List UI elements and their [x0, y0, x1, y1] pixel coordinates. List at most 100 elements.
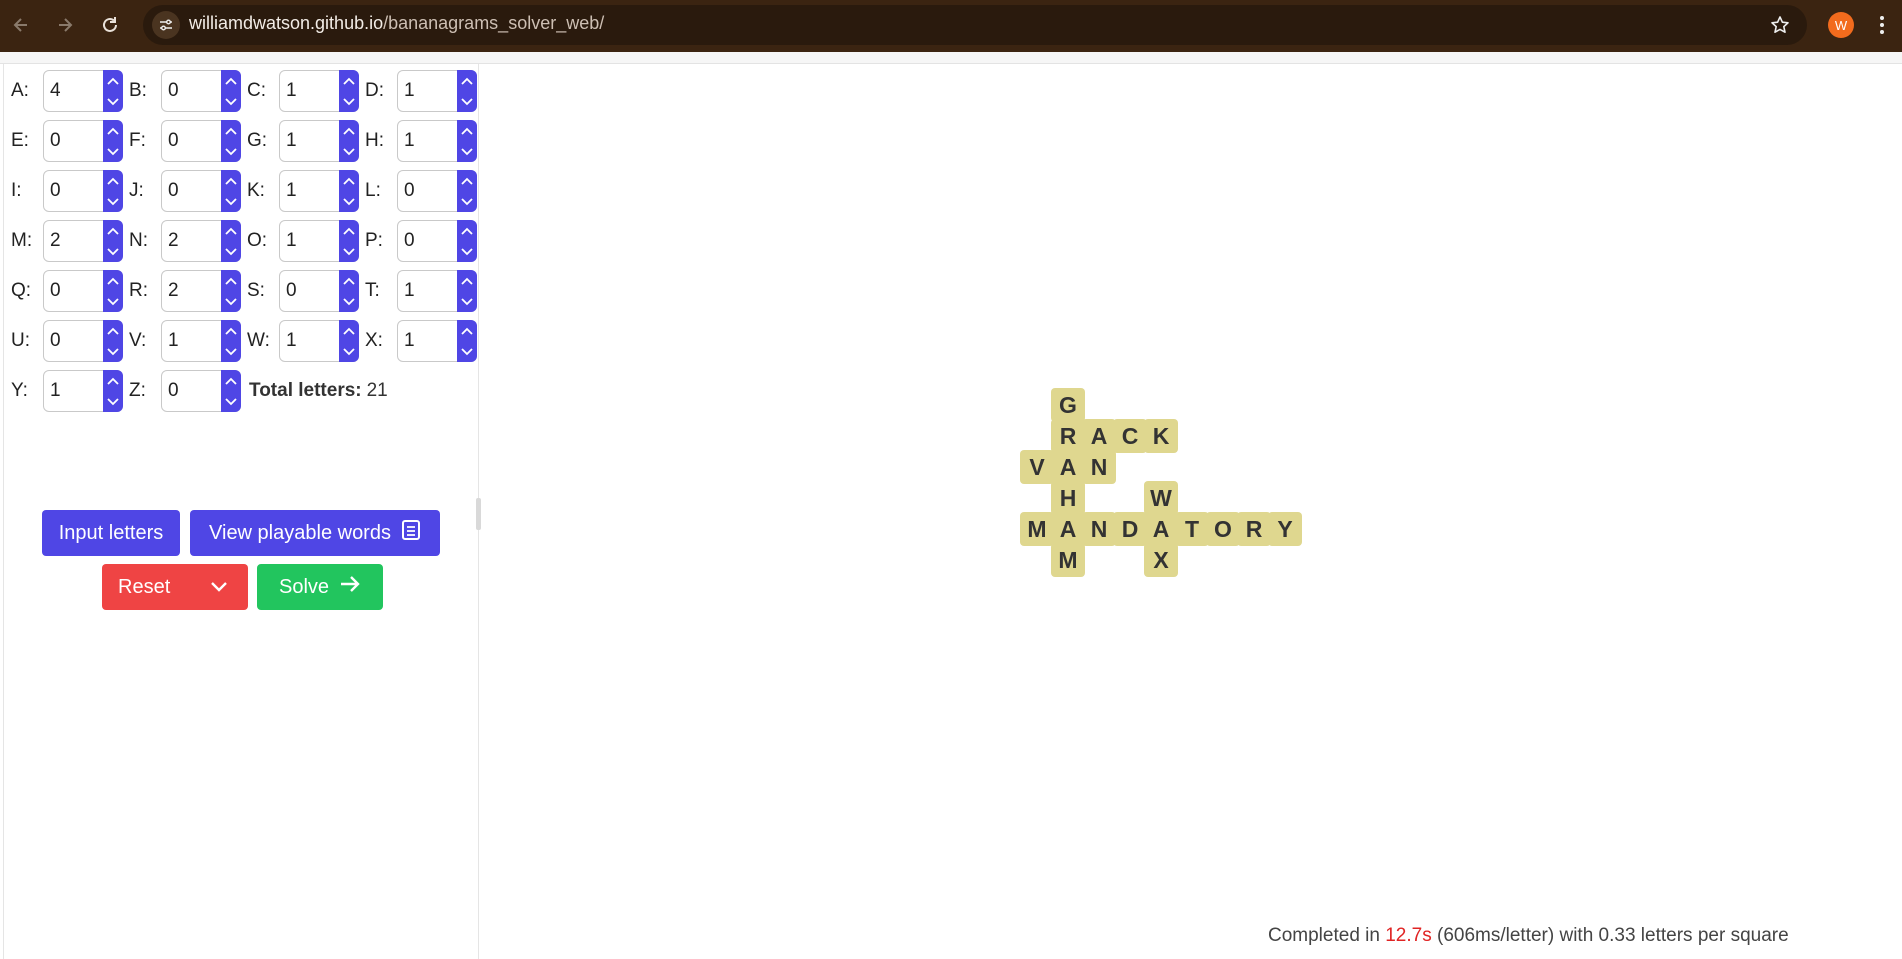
chevron-up-icon[interactable] — [221, 71, 241, 91]
chevron-down-icon[interactable] — [210, 576, 228, 599]
chevron-down-icon[interactable] — [221, 342, 241, 362]
letter-count-field[interactable] — [43, 70, 123, 112]
count-stepper[interactable] — [221, 220, 241, 262]
letter-count-field[interactable] — [161, 170, 241, 212]
count-stepper[interactable] — [103, 270, 123, 312]
chevron-down-icon[interactable] — [457, 92, 477, 112]
count-stepper[interactable] — [339, 70, 359, 112]
letter-count-input[interactable] — [398, 321, 456, 361]
letter-count-field[interactable] — [279, 170, 359, 212]
letter-count-field[interactable] — [397, 170, 477, 212]
chevron-up-icon[interactable] — [221, 121, 241, 141]
chevron-down-icon[interactable] — [339, 92, 359, 112]
chevron-up-icon[interactable] — [103, 321, 123, 341]
letter-count-field[interactable] — [43, 320, 123, 362]
count-stepper[interactable] — [457, 70, 477, 112]
input-letters-button[interactable]: Input letters — [42, 510, 180, 556]
chevron-up-icon[interactable] — [103, 371, 123, 391]
chevron-down-icon[interactable] — [103, 292, 123, 312]
sidebar-resize-handle[interactable] — [476, 498, 481, 530]
count-stepper[interactable] — [457, 270, 477, 312]
letter-count-field[interactable] — [161, 70, 241, 112]
chevron-down-icon[interactable] — [339, 142, 359, 162]
chevron-down-icon[interactable] — [457, 342, 477, 362]
letter-count-input[interactable] — [44, 71, 102, 111]
letter-count-input[interactable] — [162, 321, 220, 361]
letter-count-input[interactable] — [44, 121, 102, 161]
letter-count-field[interactable] — [161, 370, 241, 412]
letter-count-field[interactable] — [161, 220, 241, 262]
letter-count-input[interactable] — [280, 71, 338, 111]
letter-count-input[interactable] — [162, 121, 220, 161]
letter-count-field[interactable] — [397, 270, 477, 312]
chevron-up-icon[interactable] — [103, 71, 123, 91]
chevron-up-icon[interactable] — [221, 321, 241, 341]
chevron-up-icon[interactable] — [221, 371, 241, 391]
letter-count-input[interactable] — [162, 221, 220, 261]
letter-count-field[interactable] — [397, 220, 477, 262]
letter-count-field[interactable] — [43, 270, 123, 312]
count-stepper[interactable] — [103, 120, 123, 162]
chevron-down-icon[interactable] — [103, 242, 123, 262]
count-stepper[interactable] — [221, 320, 241, 362]
letter-count-input[interactable] — [280, 271, 338, 311]
chevron-down-icon[interactable] — [221, 142, 241, 162]
chevron-down-icon[interactable] — [103, 342, 123, 362]
letter-count-input[interactable] — [280, 121, 338, 161]
letter-count-input[interactable] — [162, 71, 220, 111]
letter-count-field[interactable] — [161, 120, 241, 162]
letter-count-input[interactable] — [398, 171, 456, 211]
chevron-down-icon[interactable] — [457, 142, 477, 162]
chevron-up-icon[interactable] — [457, 121, 477, 141]
chevron-up-icon[interactable] — [339, 171, 359, 191]
chevron-down-icon[interactable] — [221, 242, 241, 262]
count-stepper[interactable] — [103, 320, 123, 362]
forward-arrow-icon[interactable] — [49, 9, 81, 41]
letter-count-field[interactable] — [279, 320, 359, 362]
letter-count-input[interactable] — [44, 171, 102, 211]
chevron-down-icon[interactable] — [103, 142, 123, 162]
chevron-up-icon[interactable] — [457, 171, 477, 191]
back-arrow-icon[interactable] — [5, 9, 37, 41]
letter-count-field[interactable] — [43, 370, 123, 412]
count-stepper[interactable] — [339, 170, 359, 212]
chevron-down-icon[interactable] — [457, 192, 477, 212]
letter-count-input[interactable] — [398, 271, 456, 311]
letter-count-field[interactable] — [161, 270, 241, 312]
chevron-up-icon[interactable] — [103, 171, 123, 191]
count-stepper[interactable] — [103, 370, 123, 412]
profile-avatar[interactable]: W — [1828, 12, 1854, 38]
chevron-up-icon[interactable] — [221, 271, 241, 291]
chevron-up-icon[interactable] — [339, 121, 359, 141]
count-stepper[interactable] — [339, 320, 359, 362]
chevron-up-icon[interactable] — [339, 221, 359, 241]
letter-count-field[interactable] — [397, 70, 477, 112]
count-stepper[interactable] — [221, 370, 241, 412]
count-stepper[interactable] — [221, 170, 241, 212]
chevron-down-icon[interactable] — [339, 192, 359, 212]
reset-dropdown-button[interactable]: Reset — [102, 564, 248, 610]
chevron-down-icon[interactable] — [103, 192, 123, 212]
letter-count-input[interactable] — [44, 271, 102, 311]
chevron-up-icon[interactable] — [221, 221, 241, 241]
chevron-down-icon[interactable] — [339, 292, 359, 312]
view-playable-words-button[interactable]: View playable words — [190, 510, 440, 556]
chevron-up-icon[interactable] — [457, 221, 477, 241]
chevron-down-icon[interactable] — [457, 242, 477, 262]
site-info-icon[interactable] — [152, 11, 180, 39]
chevron-down-icon[interactable] — [221, 392, 241, 412]
count-stepper[interactable] — [457, 120, 477, 162]
letter-count-input[interactable] — [44, 221, 102, 261]
chevron-down-icon[interactable] — [221, 192, 241, 212]
chevron-up-icon[interactable] — [103, 221, 123, 241]
chevron-up-icon[interactable] — [339, 271, 359, 291]
letter-count-input[interactable] — [162, 171, 220, 211]
count-stepper[interactable] — [457, 220, 477, 262]
chevron-down-icon[interactable] — [457, 292, 477, 312]
count-stepper[interactable] — [457, 320, 477, 362]
letter-count-input[interactable] — [162, 271, 220, 311]
letter-count-field[interactable] — [279, 270, 359, 312]
solve-button[interactable]: Solve — [257, 564, 383, 610]
letter-count-field[interactable] — [43, 220, 123, 262]
chevron-down-icon[interactable] — [221, 292, 241, 312]
